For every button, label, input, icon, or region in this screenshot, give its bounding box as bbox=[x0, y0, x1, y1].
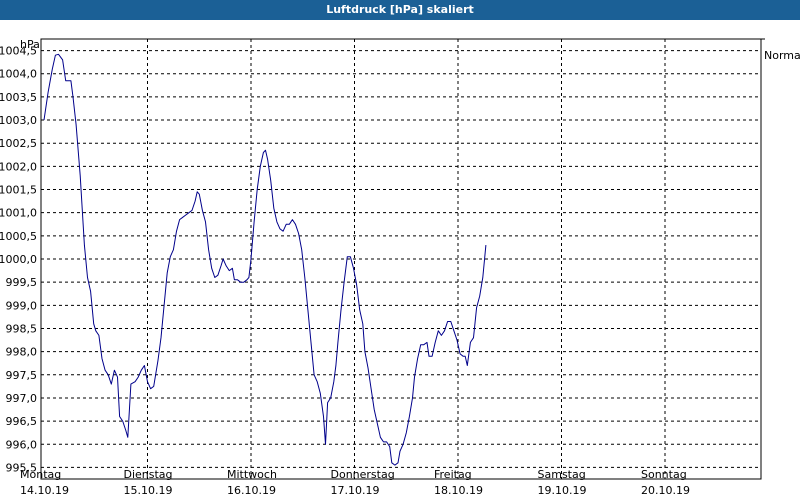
x-tick-day-label: Montag bbox=[20, 468, 61, 481]
y-tick-label: 998,0 bbox=[6, 346, 38, 359]
x-tick-date-label: 15.10.19 bbox=[124, 484, 173, 497]
normal-reference-label: Normal bbox=[764, 49, 800, 62]
chart-title: Luftdruck [hPa] skaliert bbox=[326, 3, 474, 16]
x-tick-day-label: Dienstag bbox=[124, 468, 173, 481]
y-tick-label: 997,0 bbox=[6, 392, 38, 405]
y-tick-label: 1003,5 bbox=[0, 91, 37, 104]
y-tick-label: 1002,5 bbox=[0, 137, 37, 150]
x-tick-date-label: 16.10.19 bbox=[227, 484, 276, 497]
x-tick-date-label: 14.10.19 bbox=[20, 484, 69, 497]
x-tick-date-label: 20.10.19 bbox=[641, 484, 690, 497]
pressure-chart: 995,5996,0996,5997,0997,5998,0998,5999,0… bbox=[0, 20, 800, 500]
y-tick-label: 1000,0 bbox=[0, 253, 37, 266]
y-tick-label: 999,0 bbox=[6, 299, 38, 312]
y-tick-label: 996,0 bbox=[6, 438, 38, 451]
y-tick-label: 1003,0 bbox=[0, 114, 37, 127]
y-tick-label: 999,5 bbox=[6, 276, 38, 289]
x-tick-day-label: Samstag bbox=[538, 468, 586, 481]
x-tick-date-label: 17.10.19 bbox=[331, 484, 380, 497]
y-tick-label: 996,5 bbox=[6, 415, 38, 428]
y-tick-label: 998,5 bbox=[6, 322, 38, 335]
x-tick-day-label: Sonntag bbox=[641, 468, 687, 481]
y-tick-label: 997,5 bbox=[6, 369, 38, 382]
y-axis-unit-label: hPa bbox=[20, 38, 40, 51]
x-tick-date-label: 18.10.19 bbox=[434, 484, 483, 497]
x-tick-day-label: Freitag bbox=[434, 468, 472, 481]
chart-title-bar: Luftdruck [hPa] skaliert bbox=[0, 0, 800, 20]
y-tick-label: 1001,0 bbox=[0, 207, 37, 220]
y-tick-label: 1002,0 bbox=[0, 160, 37, 173]
y-tick-label: 1004,0 bbox=[0, 68, 37, 81]
y-tick-label: 1000,5 bbox=[0, 230, 37, 243]
x-tick-day-label: Mittwoch bbox=[227, 468, 277, 481]
x-tick-date-label: 19.10.19 bbox=[538, 484, 587, 497]
x-tick-day-label: Donnerstag bbox=[331, 468, 395, 481]
y-tick-label: 1001,5 bbox=[0, 184, 37, 197]
chart-background bbox=[0, 20, 800, 500]
